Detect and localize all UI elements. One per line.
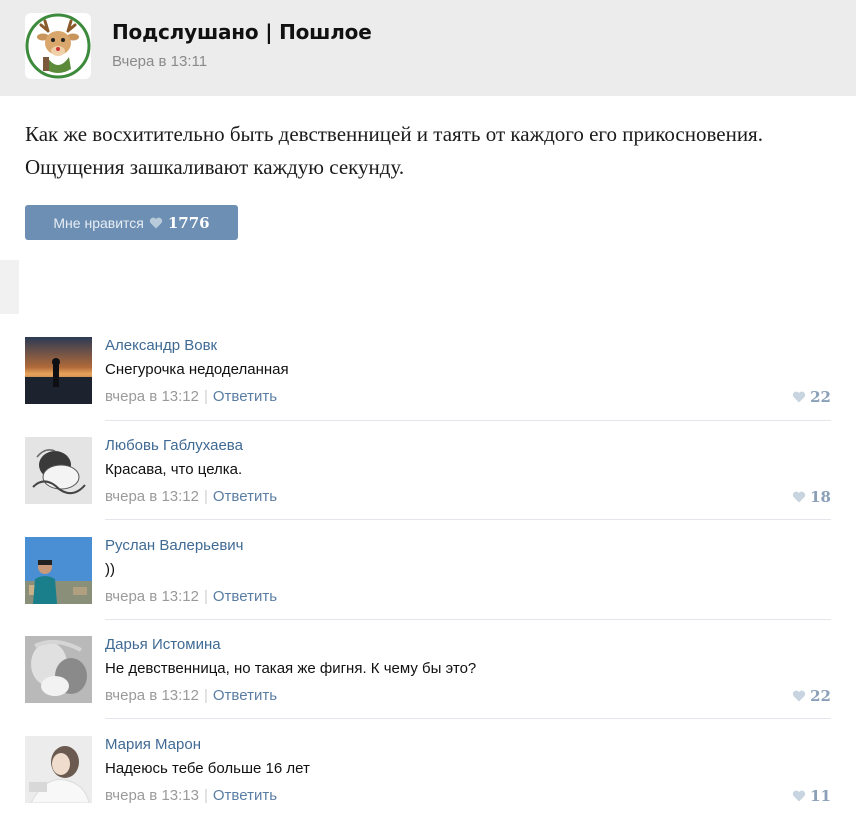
meta-separator: | — [203, 588, 208, 605]
reply-link[interactable]: Ответить — [213, 687, 277, 704]
reply-link[interactable]: Ответить — [213, 488, 277, 505]
comment-author[interactable]: Руслан Валерьевич — [105, 537, 244, 554]
divider — [105, 619, 831, 620]
reply-link[interactable]: Ответить — [213, 388, 277, 405]
group-avatar[interactable] — [25, 13, 91, 79]
post-header: Подслушано | Пошлое Вчера в 13:11 — [0, 0, 856, 96]
comment-time[interactable]: вчера в 13:12 — [105, 588, 199, 605]
comment-item: Александр Вовк Снегурочка недоделанная в… — [25, 337, 831, 423]
like-label: Мне нравится — [53, 214, 144, 231]
comment-text: Красава, что целка. — [105, 461, 243, 478]
comment-like-count: 22 — [810, 388, 831, 406]
comment-like-count: 18 — [810, 488, 831, 506]
comment-author[interactable]: Александр Вовк — [105, 337, 217, 354]
comment-like-button[interactable]: 22 — [792, 687, 831, 705]
comment-meta: вчера в 13:13 | Ответить — [105, 787, 277, 804]
comment-meta: вчера в 13:12 | Ответить — [105, 687, 277, 704]
comment-like-button[interactable]: 22 — [792, 388, 831, 406]
meta-separator: | — [203, 787, 208, 804]
like-count: 1776 — [167, 213, 210, 232]
comment-like-button[interactable]: 18 — [792, 488, 831, 506]
reply-link[interactable]: Ответить — [213, 787, 277, 804]
heart-icon — [792, 790, 806, 802]
post-time[interactable]: Вчера в 13:11 — [112, 53, 207, 70]
comment-meta: вчера в 13:12 | Ответить — [105, 488, 277, 505]
divider — [105, 420, 831, 421]
group-name[interactable]: Подслушано | Пошлое — [112, 20, 372, 44]
comment-author[interactable]: Дарья Истомина — [105, 636, 221, 653]
deer-logo-icon — [25, 13, 91, 79]
comment-like-count: 22 — [810, 687, 831, 705]
meta-separator: | — [203, 488, 208, 505]
comment-author[interactable]: Мария Марон — [105, 736, 201, 753]
heart-icon — [792, 491, 806, 503]
heart-icon — [792, 391, 806, 403]
side-tab[interactable] — [0, 260, 19, 314]
comment-text: Надеюсь тебе больше 16 лет — [105, 760, 310, 777]
comment-item: Дарья Истомина Не девственница, но такая… — [25, 636, 831, 722]
comment-text: Снегурочка недоделанная — [105, 361, 289, 378]
comment-item: Руслан Валерьевич )) вчера в 13:12 | Ответ… — [25, 537, 831, 623]
comment-like-count: 11 — [810, 787, 831, 805]
comment-meta: вчера в 13:12 | Ответить — [105, 588, 277, 605]
comment-meta: вчера в 13:12 | Ответить — [105, 388, 277, 405]
divider — [105, 519, 831, 520]
avatar[interactable] — [25, 736, 92, 803]
comment-like-button[interactable]: 11 — [792, 787, 831, 805]
comment-time[interactable]: вчера в 13:12 — [105, 687, 199, 704]
comment-item: Мария Марон Надеюсь тебе больше 16 лет в… — [25, 736, 831, 822]
post-text: Как же восхитительно быть девственницей … — [25, 122, 763, 179]
meta-separator: | — [203, 687, 208, 704]
avatar[interactable] — [25, 437, 92, 504]
comment-time[interactable]: вчера в 13:12 — [105, 388, 199, 405]
avatar[interactable] — [25, 337, 92, 404]
avatar[interactable] — [25, 636, 92, 703]
heart-icon — [149, 217, 163, 229]
comment-time[interactable]: вчера в 13:13 — [105, 787, 199, 804]
comment-text: Не девственница, но такая же фигня. К че… — [105, 660, 477, 677]
meta-separator: | — [203, 388, 208, 405]
comment-author[interactable]: Любовь Габлухаева — [105, 437, 243, 454]
reply-link[interactable]: Ответить — [213, 588, 277, 605]
comment-time[interactable]: вчера в 13:12 — [105, 488, 199, 505]
divider — [105, 718, 831, 719]
comment-item: Любовь Габлухаева Красава, что целка. вч… — [25, 437, 831, 523]
comment-text: )) — [105, 561, 115, 578]
heart-icon — [792, 690, 806, 702]
like-button[interactable]: Мне нравится 1776 — [25, 205, 238, 240]
avatar[interactable] — [25, 537, 92, 604]
